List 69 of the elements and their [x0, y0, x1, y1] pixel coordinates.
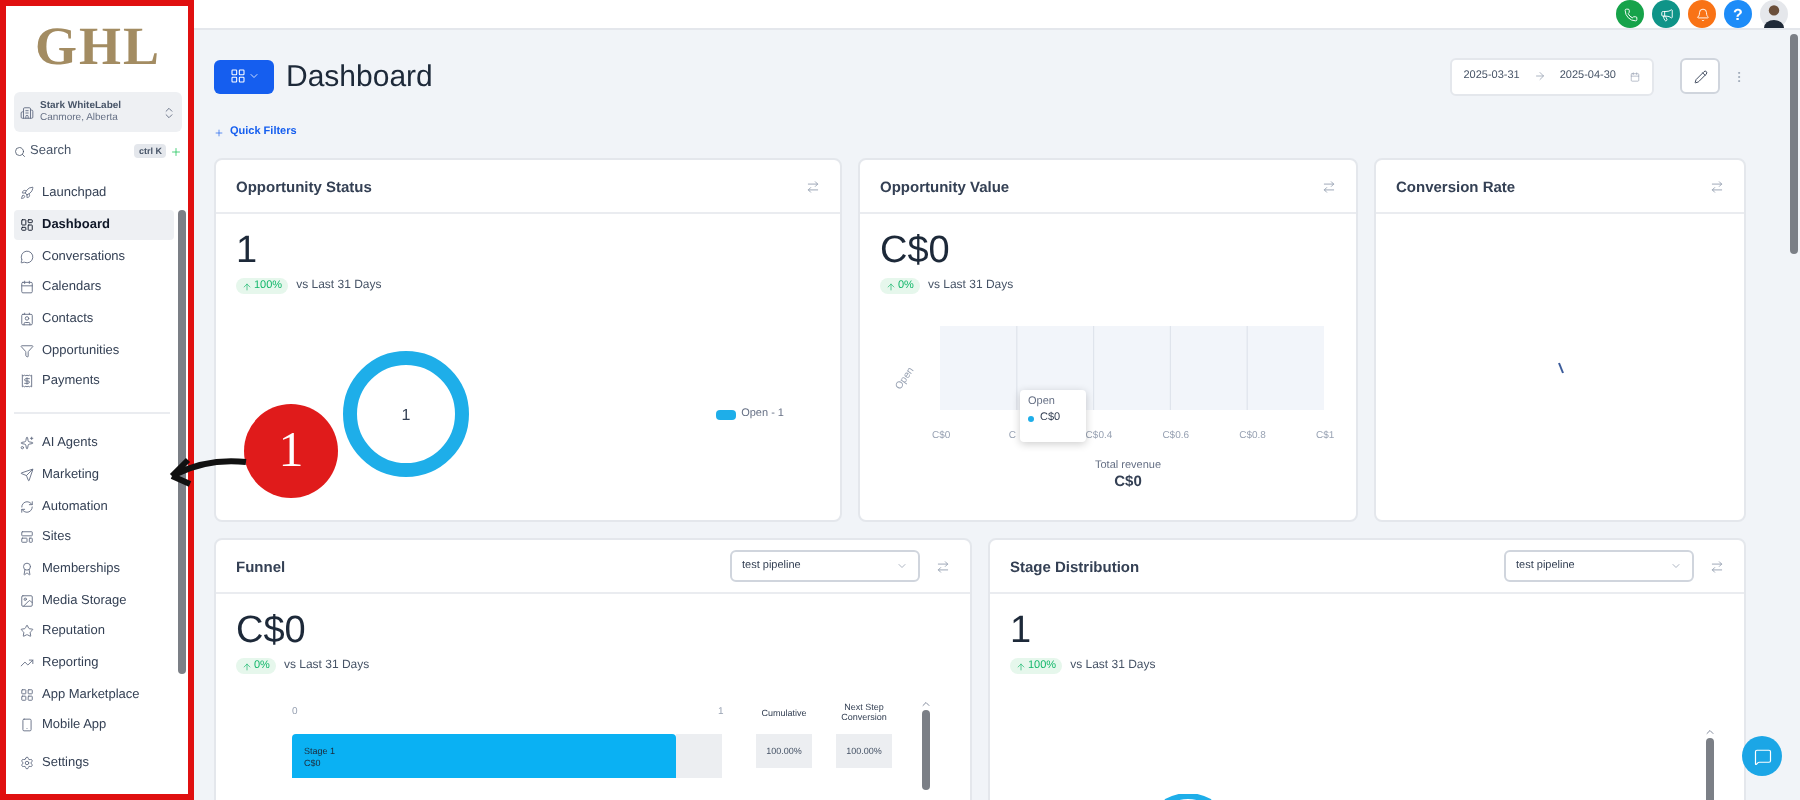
chat-button[interactable] [1742, 736, 1782, 776]
scrollbar-thumb[interactable] [1706, 738, 1714, 800]
star-icon [20, 624, 34, 639]
receipt-icon [20, 374, 34, 389]
chat-bubble-icon [20, 249, 34, 264]
calendar-icon [1630, 71, 1640, 81]
up-down-chevron-icon [162, 105, 176, 119]
legend-swatch [715, 409, 736, 419]
chevron-down-icon [247, 70, 259, 82]
grid-icon [229, 68, 245, 84]
megaphone-icon [1659, 7, 1673, 21]
layout-icon [20, 530, 34, 545]
page-title: Dashboard [286, 59, 435, 93]
gear-icon [20, 756, 34, 771]
donut-arc-drawing [1163, 794, 1211, 800]
notifications-button[interactable] [1688, 0, 1716, 28]
up-arrow-icon [242, 281, 252, 291]
swap-icon [936, 559, 950, 573]
logo: GHL [32, 16, 163, 78]
metric-value: C$0 [880, 228, 952, 274]
dashboard-switcher-button[interactable] [214, 59, 274, 93]
trend-icon [20, 655, 34, 670]
image-icon [20, 593, 34, 608]
scrollbar-thumb[interactable] [1789, 34, 1797, 254]
swap-icon [806, 179, 820, 193]
search-icon [14, 145, 26, 157]
grid-icon [20, 687, 34, 702]
scrollbar-thumb[interactable] [178, 210, 186, 674]
swap-icon [1322, 179, 1336, 193]
series-dot [1028, 415, 1034, 421]
filter-icon [20, 343, 34, 358]
rocket-icon [20, 186, 34, 201]
award-icon [20, 561, 34, 576]
phone-button[interactable] [1616, 0, 1644, 28]
donut-center-label: 1 [401, 406, 411, 424]
scroll-up-icon [920, 698, 932, 710]
building-icon [20, 105, 34, 119]
bell-icon [1695, 7, 1709, 21]
annotation-arrow [168, 452, 248, 488]
contact-card-icon [20, 312, 34, 327]
scroll-up-icon [1704, 726, 1716, 738]
scrollbar-thumb[interactable] [922, 710, 930, 790]
megaphone-button[interactable] [1652, 0, 1680, 28]
donut-ring [343, 351, 469, 477]
paper-plane-icon [20, 467, 34, 482]
chevron-down-icon [896, 560, 908, 572]
message-icon [1753, 747, 1771, 765]
swap-icon [1710, 559, 1724, 573]
up-arrow-icon [1016, 661, 1026, 671]
dashboard-icon [20, 218, 34, 233]
smartphone-icon [20, 718, 34, 733]
avatar[interactable] [1760, 0, 1788, 28]
sparkles-icon [20, 436, 34, 451]
refresh-icon [20, 499, 34, 514]
calendar-icon [20, 280, 34, 295]
edit-button[interactable] [1680, 58, 1720, 94]
up-arrow-icon [886, 281, 896, 291]
metric-value: C$0 [236, 608, 308, 654]
up-arrow-icon [242, 661, 252, 671]
plus-icon [214, 127, 224, 137]
metric-value: 1 [1010, 608, 1034, 654]
pencil-icon [1693, 69, 1707, 83]
metric-value: 1 [236, 228, 260, 274]
chevron-down-icon [1670, 560, 1682, 572]
phone-icon [1623, 7, 1637, 21]
loading-spinner-icon [1557, 361, 1563, 373]
swap-icon [1710, 179, 1724, 193]
arrow-right-icon [1533, 70, 1546, 82]
plus-icon [170, 145, 182, 157]
